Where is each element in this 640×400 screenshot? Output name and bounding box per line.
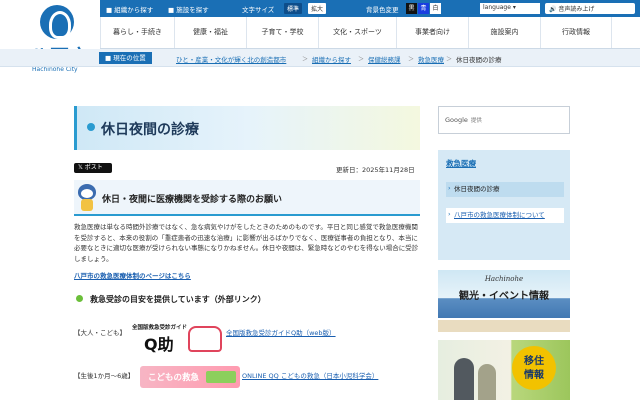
utility-bar: ■ 組織から探す ■ 施設を探す 文字サイズ 標準 拡大 背景色変更 黒 青 白… bbox=[100, 0, 640, 17]
link-search-facilities[interactable]: ■ 施設を探す bbox=[168, 4, 209, 14]
updated-date: 更新日：2025年11月28日 bbox=[336, 166, 415, 174]
tourism-banner-heading: Hachinohe bbox=[484, 275, 524, 283]
shoreline-image bbox=[438, 318, 570, 332]
bg-color-label: 背景色変更 bbox=[366, 6, 399, 14]
link-search-by-organization[interactable]: ■ 組織から探す bbox=[106, 4, 153, 14]
online-qq-link[interactable]: ONLINE QQ こどもの救急（日本小児科学会） bbox=[242, 370, 378, 380]
breadcrumb-department[interactable]: 保健総務課 bbox=[368, 54, 401, 64]
infant-label: 【生後1か月～6歳】 bbox=[74, 372, 135, 380]
relocation-line2: 情報 bbox=[524, 370, 544, 381]
breadcrumb-emergency[interactable]: 救急医療 bbox=[418, 54, 444, 64]
kodomo-kyukyu-banner-text: こどもの救急 bbox=[148, 373, 200, 383]
font-size-large-button[interactable]: 拡大 bbox=[308, 3, 327, 14]
kodomo-kyukyu-banner[interactable]: こどもの救急 bbox=[140, 366, 240, 388]
font-size-label: 文字サイズ bbox=[242, 6, 275, 14]
breadcrumb-separator: ＞ bbox=[358, 56, 365, 63]
nav-health[interactable]: 健康・福祉 bbox=[174, 17, 246, 48]
mascot-icon bbox=[76, 184, 98, 212]
city-emblem-icon bbox=[40, 5, 74, 39]
side-menu-title[interactable]: 救急医療 bbox=[446, 158, 476, 169]
city-logo[interactable]: 八戸市 Hachinohe City bbox=[0, 0, 100, 80]
bg-white-button[interactable]: 白 bbox=[430, 3, 441, 14]
x-post-button[interactable]: 𝕏 ポスト bbox=[74, 163, 112, 173]
global-nav: 暮らし・手続き 健康・福祉 子育て・学校 文化・スポーツ 事業者向け 施設案内 … bbox=[100, 17, 640, 49]
breadcrumb-separator: ＞ bbox=[408, 56, 415, 63]
relocation-line1: 移住 bbox=[524, 356, 544, 367]
voice-reader-button[interactable]: 🔊 音声読み上げ bbox=[545, 3, 635, 14]
qsuke-banner[interactable]: 全国版救急受診ガイド Q助 bbox=[130, 322, 224, 356]
nav-business[interactable]: 事業者向け bbox=[396, 17, 468, 48]
page-title-box: 休日夜間の診療 bbox=[74, 106, 420, 150]
nav-culture[interactable]: 文化・スポーツ bbox=[318, 17, 396, 48]
logo-name-en: Hachinohe City bbox=[32, 66, 78, 73]
nav-living[interactable]: 暮らし・手続き bbox=[100, 17, 174, 48]
tourism-banner-text: 観光・イベント情報 bbox=[459, 291, 549, 302]
subheading-text: 救急受診の目安を提供しています（外部リンク） bbox=[90, 295, 266, 304]
section-heading-text: 休日・夜間に医療機関を受診する際のお願い bbox=[102, 195, 283, 205]
nav-administration[interactable]: 行政情報 bbox=[540, 17, 612, 48]
breadcrumb-separator: ＞ bbox=[302, 56, 309, 63]
bg-black-button[interactable]: 黒 bbox=[406, 3, 417, 14]
person-image bbox=[454, 358, 474, 400]
tourism-banner[interactable]: Hachinohe 観光・イベント情報 bbox=[438, 270, 570, 332]
qsuke-banner-title: Q助 bbox=[144, 335, 174, 354]
adult-child-label: 【大人・こども】 bbox=[74, 329, 126, 337]
qsuke-link[interactable]: 全国版救急受診ガイドQ助（web版） bbox=[226, 327, 336, 337]
language-select[interactable]: language ▾ bbox=[480, 3, 540, 14]
bullet-icon bbox=[76, 295, 83, 302]
breadcrumb-organization[interactable]: 組織から探す bbox=[312, 54, 351, 64]
breadcrumb: ■ 現在の位置 ひと・産業・文化が輝く北の創造都市 ＞ 組織から探す ＞ 保健総… bbox=[0, 49, 640, 67]
side-menu: 救急医療 休日夜間の診療 八戸市の救急医療体制について bbox=[438, 150, 570, 260]
subheading: 救急受診の目安を提供しています（外部リンク） bbox=[74, 290, 420, 308]
google-search-label: Google 提供 bbox=[445, 116, 482, 124]
relocation-banner[interactable]: 移住 情報 bbox=[438, 340, 570, 400]
breadcrumb-current: 休日夜間の診療 bbox=[456, 56, 502, 64]
page-title: 休日夜間の診療 bbox=[101, 122, 199, 138]
title-dot-icon bbox=[87, 123, 95, 131]
breadcrumb-separator: ＞ bbox=[446, 56, 453, 63]
breadcrumb-label: ■ 現在の位置 bbox=[99, 52, 152, 64]
font-size-standard-button[interactable]: 標準 bbox=[284, 3, 303, 14]
banner-decoration-icon bbox=[206, 371, 236, 383]
side-item-holiday-night[interactable]: 休日夜間の診療 bbox=[446, 182, 564, 197]
nav-childcare[interactable]: 子育て・学校 bbox=[246, 17, 318, 48]
ambulance-icon bbox=[188, 326, 222, 352]
qsuke-banner-subtitle: 全国版救急受診ガイド bbox=[132, 325, 188, 331]
breadcrumb-home[interactable]: ひと・産業・文化が輝く北の創造都市 bbox=[176, 54, 286, 64]
emergency-system-link[interactable]: 八戸市の救急医療体制のページはこちら bbox=[74, 270, 191, 280]
nav-facilities[interactable]: 施設案内 bbox=[468, 17, 540, 48]
section-heading: 休日・夜間に医療機関を受診する際のお願い bbox=[74, 180, 420, 216]
person-image bbox=[478, 364, 496, 400]
side-item-emergency-system[interactable]: 八戸市の救急医療体制について bbox=[446, 208, 564, 223]
site-search-input[interactable]: Google 提供 bbox=[438, 106, 570, 134]
notice-paragraph: 救急医療は単なる時間外診療ではなく、急な病気やけがをしたときのためのものです。平… bbox=[74, 223, 419, 263]
bg-blue-button[interactable]: 青 bbox=[418, 3, 429, 14]
